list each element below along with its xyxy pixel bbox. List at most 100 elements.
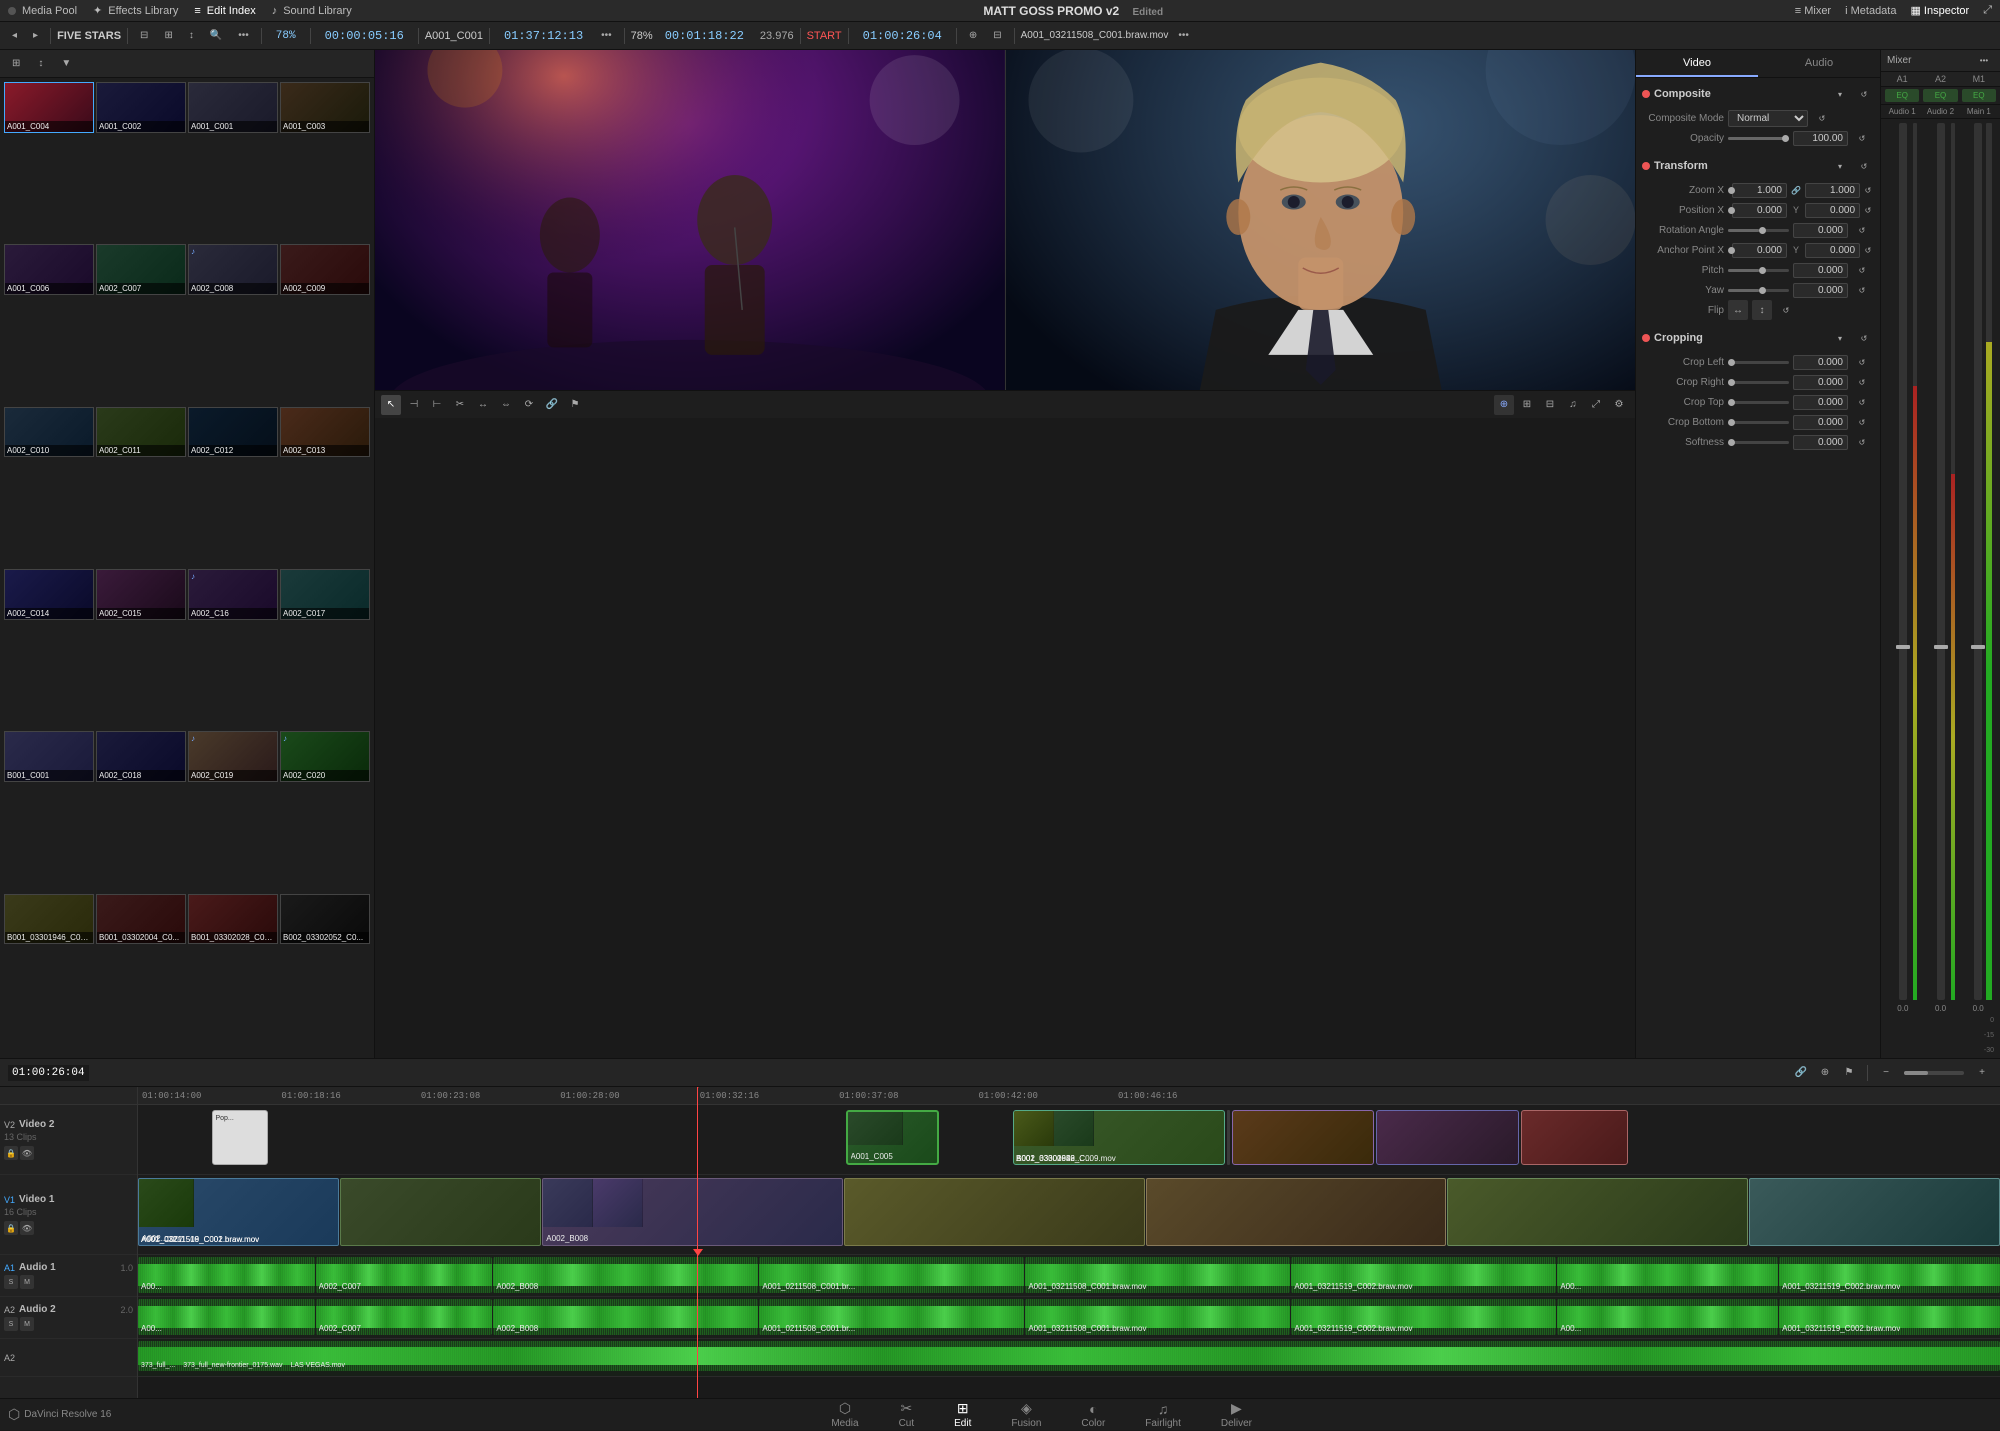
audio-meter-btn[interactable]: ♫ xyxy=(1563,395,1583,415)
zoom-out-btn[interactable]: ⊟ xyxy=(987,26,1007,46)
clip-thumb-A002_C020[interactable]: A002_C020 ♪ xyxy=(280,731,370,782)
v2-eye-btn[interactable]: 👁 xyxy=(20,1146,34,1160)
a1-clip-4[interactable]: A001_0211508_C001.br... xyxy=(759,1257,1024,1293)
tl-link-btn[interactable]: 🔗 xyxy=(1791,1063,1811,1083)
nav-forward-btn[interactable]: ▸ xyxy=(27,26,44,46)
a2-clip-2[interactable]: A002_C007 xyxy=(316,1299,493,1335)
trim-edit-tool[interactable]: ⊣ xyxy=(404,395,424,415)
a1-mute-btn[interactable]: M xyxy=(20,1275,34,1289)
audio-tab[interactable]: Audio xyxy=(1758,50,1880,77)
crop-left-reset-btn[interactable]: ↺ xyxy=(1852,352,1872,372)
softness-reset-btn[interactable]: ↺ xyxy=(1852,432,1872,452)
composite-mode-select[interactable]: Normal Add Multiply xyxy=(1728,110,1808,127)
clip-thumb-B001_C001[interactable]: B001_C001 xyxy=(4,731,94,782)
fader-a1-handle[interactable] xyxy=(1896,645,1910,649)
mixer-expand-btn[interactable]: ••• xyxy=(1974,51,1994,71)
crop-left-slider[interactable] xyxy=(1728,361,1789,364)
tab-fusion[interactable]: ◈ Fusion xyxy=(991,1398,1061,1431)
clip-thumb-B002_1[interactable]: B002_03302052_C0... xyxy=(280,894,370,945)
v1-clip-7[interactable]: A001_03211519_C002.braw.mov xyxy=(1749,1178,2000,1246)
clip-b001-2[interactable]: B001_330... xyxy=(1521,1110,1628,1165)
clip-thumb-A002_C16[interactable]: A002_C16 ♪ xyxy=(188,569,278,620)
tab-cut[interactable]: ✂ Cut xyxy=(879,1398,935,1431)
crop-bottom-slider[interactable] xyxy=(1728,421,1789,424)
media-view-btn[interactable]: ⊞ xyxy=(6,54,26,74)
anchor-reset-btn[interactable]: ↺ xyxy=(1864,240,1872,260)
link-tool[interactable]: 🔗 xyxy=(542,395,562,415)
clip-thumb-A002_C015[interactable]: A002_C015 xyxy=(96,569,186,620)
pitch-slider[interactable] xyxy=(1728,269,1789,272)
a1-clip-1[interactable]: A00... xyxy=(138,1257,315,1293)
flip-h-btn[interactable]: ↔ xyxy=(1728,300,1748,320)
fullscreen-btn[interactable]: ⤢ xyxy=(1586,395,1606,415)
transform-reset-btn[interactable]: ↺ xyxy=(1854,156,1874,176)
a2-mute-btn[interactable]: M xyxy=(20,1317,34,1331)
linked-sel-btn[interactable]: ⊞ xyxy=(1517,395,1537,415)
clip-thumb-A001_C004[interactable]: A001_C004 xyxy=(4,82,94,133)
fader-m1-track[interactable] xyxy=(1974,123,1982,1000)
a3-clip-main[interactable]: 373_full_... 373_full_new-frontier_0175.… xyxy=(138,1341,2000,1371)
fader-a2-handle[interactable] xyxy=(1934,645,1948,649)
tl-zoom-slider[interactable] xyxy=(1904,1071,1964,1075)
edit-index-btn[interactable]: ≡ Edit Index xyxy=(194,5,255,17)
select-tool[interactable]: ↖ xyxy=(381,395,401,415)
flip-v-btn[interactable]: ↕ xyxy=(1752,300,1772,320)
a2-clip-4[interactable]: A001_0211508_C001.br... xyxy=(759,1299,1024,1335)
a1-clip-8[interactable]: A001_03211519_C002.braw.mov xyxy=(1779,1257,2000,1293)
a2-solo-btn[interactable]: S xyxy=(4,1317,18,1331)
tab-color[interactable]: ◐ Color xyxy=(1061,1399,1125,1431)
crop-top-slider[interactable] xyxy=(1728,401,1789,404)
clip-options-btn[interactable]: ••• xyxy=(1172,26,1195,46)
a1-clip-7[interactable]: A00... xyxy=(1557,1257,1778,1293)
fader-a2-track[interactable] xyxy=(1937,123,1945,1000)
clip-thumb-A002_C013[interactable]: A002_C013 xyxy=(280,407,370,458)
clip-thumb-A001_C001[interactable]: A001_C001 xyxy=(188,82,278,133)
a2-clip-7[interactable]: A00... xyxy=(1557,1299,1778,1335)
clip-thumb-A001_C006[interactable]: A001_C006 xyxy=(4,244,94,295)
rot-reset-btn[interactable]: ↺ xyxy=(1852,220,1872,240)
clip-a001-c005[interactable]: A001_C005 xyxy=(846,1110,939,1165)
mixer-btn[interactable]: ≡ Mixer xyxy=(1795,5,1831,17)
clip-thumb-B001_1[interactable]: B001_03301946_C02... xyxy=(4,894,94,945)
tab-deliver[interactable]: ▶ Deliver xyxy=(1201,1398,1272,1431)
a1-clip-6[interactable]: A001_03211519_C002.braw.mov xyxy=(1291,1257,1556,1293)
sound-library-btn[interactable]: ♪ Sound Library xyxy=(272,5,352,17)
eq-a2-btn[interactable]: EQ xyxy=(1923,89,1957,102)
pitch-reset-btn[interactable]: ↺ xyxy=(1852,260,1872,280)
clip-thumb-A001_C002[interactable]: A001_C002 xyxy=(96,82,186,133)
a2-clip-6[interactable]: A001_03211519_C002.braw.mov xyxy=(1291,1299,1556,1335)
a2-clip-5[interactable]: A001_03211508_C001.braw.mov xyxy=(1025,1299,1290,1335)
list-view-btn[interactable]: ⊟ xyxy=(134,26,154,46)
a1-clip-5[interactable]: A001_03211508_C001.braw.mov xyxy=(1025,1257,1290,1293)
composite-reset-btn[interactable]: ↺ xyxy=(1854,84,1874,104)
a1-solo-btn[interactable]: S xyxy=(4,1275,18,1289)
v1-clip-4[interactable]: A001_03211508_C001.braw.mov xyxy=(844,1178,1145,1246)
clip-thumb-A002_C019[interactable]: A002_C019 ♪ xyxy=(188,731,278,782)
flip-reset-btn[interactable]: ↺ xyxy=(1776,300,1796,320)
a1-clip-3[interactable]: A002_B008 xyxy=(493,1257,758,1293)
tl-marker-btn[interactable]: ⚑ xyxy=(1839,1063,1859,1083)
zoom-reset-btn[interactable]: ↺ xyxy=(1864,180,1872,200)
a2-clip-3[interactable]: A002_B008 xyxy=(493,1299,758,1335)
slide-tool[interactable]: ⇔ xyxy=(496,395,516,415)
yaw-slider[interactable] xyxy=(1728,289,1789,292)
media-sort-btn[interactable]: ↕ xyxy=(32,54,49,74)
a2-clip-1[interactable]: A00... xyxy=(138,1299,315,1335)
inspector-btn[interactable]: ▦ Inspector xyxy=(1910,4,1969,17)
opacity-slider[interactable] xyxy=(1728,137,1789,140)
blade-tool[interactable]: ✂ xyxy=(450,395,470,415)
more-btn[interactable]: ••• xyxy=(232,26,255,46)
tl-zoom-out[interactable]: − xyxy=(1876,1063,1896,1083)
v1-lock-btn[interactable]: 🔒 xyxy=(4,1221,18,1235)
search-btn[interactable]: 🔍 xyxy=(204,26,228,46)
fader-m1-handle[interactable] xyxy=(1971,645,1985,649)
transform-expand-btn[interactable]: ▾ xyxy=(1830,156,1850,176)
zoom-in-btn[interactable]: ⊕ xyxy=(963,26,983,46)
v1-clip-2[interactable]: A002_C007 xyxy=(340,1178,541,1246)
v2-lock-btn[interactable]: 🔒 xyxy=(4,1146,18,1160)
yaw-reset-btn[interactable]: ↺ xyxy=(1852,280,1872,300)
crop-bottom-reset-btn[interactable]: ↺ xyxy=(1852,412,1872,432)
clip-thumb-A002_C014[interactable]: A002_C014 xyxy=(4,569,94,620)
tl-zoom-in[interactable]: + xyxy=(1972,1063,1992,1083)
crop-right-reset-btn[interactable]: ↺ xyxy=(1852,372,1872,392)
